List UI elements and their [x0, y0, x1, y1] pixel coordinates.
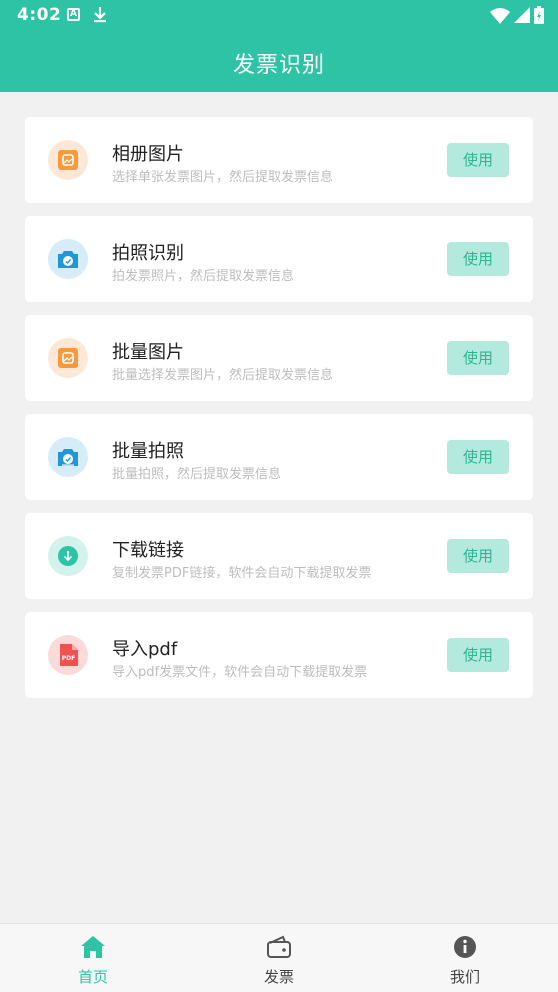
pdf-file-icon: PDF [48, 635, 88, 675]
notification-a-icon: A [67, 8, 80, 21]
item-title: 导入pdf [112, 639, 178, 660]
item-subtitle: 拍发票照片，然后提取发票信息 [112, 269, 295, 284]
tab-invoices[interactable]: 发票 [186, 924, 372, 992]
camera-icon [48, 437, 88, 477]
tab-label: 发票 [263, 968, 294, 986]
use-button[interactable]: 使用 [447, 539, 509, 573]
item-title: 拍照识别 [112, 243, 184, 264]
tab-home[interactable]: 首页 [0, 924, 186, 992]
item-subtitle: 批量选择发票图片，然后提取发票信息 [112, 368, 334, 383]
pdf-badge-text: PDF [62, 655, 75, 662]
list-item-album[interactable]: 相册图片 选择单张发票图片，然后提取发票信息 使用 [25, 117, 533, 203]
list-item-batch-camera[interactable]: 批量拍照 批量拍照，然后提取发票信息 使用 [25, 414, 533, 500]
info-icon [452, 934, 478, 960]
item-title: 相册图片 [112, 144, 184, 165]
item-subtitle: 导入pdf发票文件，软件会自动下载提取发票 [112, 665, 368, 680]
signal-icon [514, 7, 530, 27]
tab-label: 我们 [449, 968, 480, 986]
tab-label: 首页 [77, 968, 108, 986]
wallet-icon [266, 934, 292, 960]
app-header: 发票识别 [0, 30, 558, 92]
page-title: 发票识别 [232, 53, 325, 78]
camera-icon [48, 239, 88, 279]
use-button[interactable]: 使用 [447, 638, 509, 672]
list-item-download-link[interactable]: 下载链接 复制发票PDF链接，软件会自动下载提取发票 使用 [25, 513, 533, 599]
use-button[interactable]: 使用 [447, 341, 509, 375]
image-icon [48, 140, 88, 180]
download-icon [93, 6, 107, 27]
status-time: 4:02 [17, 5, 62, 25]
item-subtitle: 批量拍照，然后提取发票信息 [112, 467, 282, 482]
list-item-import-pdf[interactable]: PDF 导入pdf 导入pdf发票文件，软件会自动下载提取发票 使用 [25, 612, 533, 698]
image-icon [48, 338, 88, 378]
download-circle-icon [48, 536, 88, 576]
use-button[interactable]: 使用 [447, 440, 509, 474]
bottom-tab-bar: 首页 发票 我们 [0, 923, 558, 992]
list-item-batch-images[interactable]: 批量图片 批量选择发票图片，然后提取发票信息 使用 [25, 315, 533, 401]
item-title: 批量图片 [112, 342, 184, 363]
status-bar: 4:02 A [0, 0, 558, 30]
use-button[interactable]: 使用 [447, 143, 509, 177]
import-method-list: 相册图片 选择单张发票图片，然后提取发票信息 使用 拍照识别 拍发票照片，然后提… [25, 117, 533, 711]
item-subtitle: 选择单张发票图片，然后提取发票信息 [112, 170, 334, 185]
item-title: 下载链接 [112, 540, 184, 561]
item-subtitle: 复制发票PDF链接，软件会自动下载提取发票 [112, 566, 372, 581]
list-item-camera[interactable]: 拍照识别 拍发票照片，然后提取发票信息 使用 [25, 216, 533, 302]
wifi-icon [490, 7, 510, 28]
item-title: 批量拍照 [112, 441, 184, 462]
tab-about[interactable]: 我们 [372, 924, 558, 992]
use-button[interactable]: 使用 [447, 242, 509, 276]
home-icon [80, 934, 106, 960]
battery-icon [534, 6, 544, 28]
